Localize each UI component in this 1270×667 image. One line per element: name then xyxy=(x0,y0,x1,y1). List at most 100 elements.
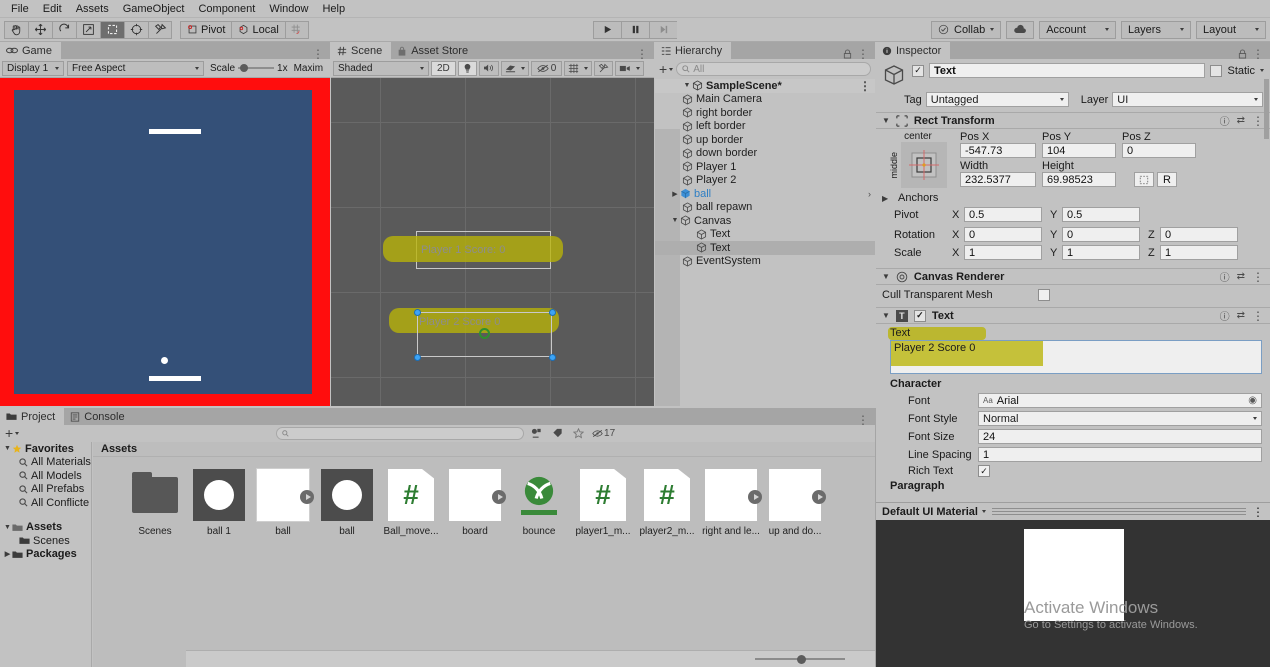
hand-tool-icon[interactable] xyxy=(4,20,28,39)
static-dropdown-caret[interactable] xyxy=(1260,69,1264,72)
hierarchy-item-ball-repawn[interactable]: ball repawn xyxy=(655,201,875,215)
scene-context-menu-icon[interactable]: ⋮ xyxy=(859,80,871,92)
asset-item[interactable]: ball xyxy=(251,468,315,537)
hierarchy-item-player-2[interactable]: Player 2 xyxy=(655,174,875,188)
rect-handle-bl[interactable] xyxy=(414,354,421,361)
menu-item-component[interactable]: Component xyxy=(191,0,262,18)
object-name-field[interactable]: Text xyxy=(929,63,1206,78)
hierarchy-item-right-border[interactable]: right border xyxy=(655,106,875,120)
rotation-y-field[interactable]: 0 xyxy=(1062,227,1140,242)
asset-item[interactable]: ball xyxy=(315,469,379,537)
camera-settings-button[interactable] xyxy=(615,60,645,76)
asset-type-filter-icon[interactable] xyxy=(528,427,545,440)
aspect-dropdown[interactable]: Free Aspect xyxy=(67,60,204,76)
line-spacing-field[interactable]: 1 xyxy=(978,447,1262,462)
pause-button[interactable] xyxy=(621,20,649,39)
width-field[interactable]: 232.5377 xyxy=(960,172,1036,187)
tag-dropdown[interactable]: Untagged xyxy=(925,92,1069,107)
text-component-foldout[interactable]: ▼ xyxy=(882,311,890,320)
hierarchy-item-canvas[interactable]: ▼ Canvas xyxy=(655,214,875,228)
scene-menu-icon[interactable]: ⋮ xyxy=(636,48,648,60)
anchors-foldout[interactable]: ▶ xyxy=(882,194,894,203)
rotation-x-field[interactable]: 0 xyxy=(964,227,1042,242)
hierarchy-item-text[interactable]: Text xyxy=(655,241,875,255)
anchor-preset-widget[interactable] xyxy=(901,142,947,188)
asset-item[interactable]: up and do... xyxy=(763,469,827,537)
menu-item-assets[interactable]: Assets xyxy=(69,0,116,18)
project-search-input[interactable] xyxy=(275,426,524,440)
project-tree-item-all-conflicte[interactable]: All Conflicte xyxy=(0,496,91,510)
tab-scene[interactable]: Scene xyxy=(331,42,392,59)
custom-tool-icon[interactable] xyxy=(148,20,172,39)
project-tree-item-all-prefabs[interactable]: All Prefabs xyxy=(0,483,91,497)
component-menu-icon[interactable]: ⋮ xyxy=(1252,310,1264,322)
hierarchy-item-player-1[interactable]: Player 1 xyxy=(655,160,875,174)
project-tree-item-scenes[interactable]: Scenes xyxy=(0,534,91,548)
object-picker-icon[interactable]: ◉ xyxy=(1248,395,1257,406)
height-field[interactable]: 69.98523 xyxy=(1042,172,1116,187)
asset-item[interactable]: right and le... xyxy=(699,469,763,537)
tree-expand-arrow[interactable]: ▼ xyxy=(3,445,12,452)
cull-transparent-checkbox[interactable] xyxy=(1038,289,1050,301)
prefab-open-arrow[interactable]: › xyxy=(868,189,871,199)
canvas-renderer-header[interactable]: ▼ Canvas Renderer ⓘ ⇄ ⋮ xyxy=(876,268,1270,285)
hierarchy-search-input[interactable]: All xyxy=(676,62,871,76)
rect-handle-br[interactable] xyxy=(549,354,556,361)
asset-item[interactable]: board xyxy=(443,469,507,537)
move-tool-icon[interactable] xyxy=(28,20,52,39)
raw-edit-button[interactable]: R xyxy=(1157,172,1177,187)
scale-control[interactable]: Scale 1x xyxy=(207,63,288,74)
scale-tool-icon[interactable] xyxy=(76,20,100,39)
rich-text-checkbox[interactable]: ✓ xyxy=(978,465,990,477)
layers-button[interactable]: Layers xyxy=(1120,20,1191,39)
hierarchy-item-down-border[interactable]: down border xyxy=(655,147,875,161)
text-component-header[interactable]: ▼ T ✓ Text ⓘ ⇄ ⋮ xyxy=(876,307,1270,324)
asset-item[interactable]: ball 1 xyxy=(187,469,251,537)
asset-item[interactable]: # player2_m... xyxy=(635,469,699,537)
static-checkbox[interactable] xyxy=(1210,64,1223,77)
preset-icon[interactable]: ⇄ xyxy=(1237,271,1245,282)
material-menu-icon[interactable]: ⋮ xyxy=(1252,506,1264,518)
pos-z-field[interactable]: 0 xyxy=(1122,143,1196,158)
component-menu-icon[interactable]: ⋮ xyxy=(1252,271,1264,283)
tab-project[interactable]: Project xyxy=(0,408,65,425)
pos-y-field[interactable]: 104 xyxy=(1042,143,1116,158)
project-tree[interactable]: ▼ Favorites All Materials All Models All Pre… xyxy=(0,442,92,667)
hierarchy-item-eventsystem[interactable]: EventSystem xyxy=(655,255,875,269)
scale-y-field[interactable]: 1 xyxy=(1062,245,1140,260)
canvas-renderer-foldout[interactable]: ▼ xyxy=(882,272,890,281)
text-value-textarea[interactable]: Player 2 Score 0 xyxy=(890,340,1262,374)
asset-item[interactable]: bounce xyxy=(507,469,571,537)
font-style-dropdown[interactable]: Normal xyxy=(978,411,1262,426)
lighting-toggle[interactable] xyxy=(457,60,477,76)
rect-transform-foldout[interactable]: ▼ xyxy=(882,116,890,125)
local-toggle-button[interactable]: Local xyxy=(231,20,285,39)
blueprint-mode-button[interactable] xyxy=(1134,172,1154,187)
object-enabled-checkbox[interactable]: ✓ xyxy=(912,64,924,77)
preset-icon[interactable]: ⇄ xyxy=(1237,115,1245,126)
tree-expand-arrow[interactable]: ▼ xyxy=(3,524,12,531)
play-button[interactable] xyxy=(593,20,621,39)
tab-inspector[interactable]: Inspector xyxy=(876,42,951,59)
menu-item-edit[interactable]: Edit xyxy=(36,0,69,18)
rect-handle-tr[interactable] xyxy=(549,309,556,316)
help-icon[interactable]: ⓘ xyxy=(1220,113,1230,128)
asset-grid[interactable]: Scenes ball 1 ball ball # Ball_move... board bo… xyxy=(93,457,875,537)
scene-expand-arrow[interactable]: ▼ xyxy=(682,82,692,89)
hierarchy-tree[interactable]: ▼ SampleScene* ⋮ Main Camera right border… xyxy=(655,79,875,406)
hierarchy-item-main-camera[interactable]: Main Camera xyxy=(655,93,875,107)
pivot-y-field[interactable]: 0.5 xyxy=(1062,207,1140,222)
material-name[interactable]: Default UI Material xyxy=(882,506,986,518)
preset-icon[interactable]: ⇄ xyxy=(1237,310,1245,321)
menu-item-window[interactable]: Window xyxy=(262,0,315,18)
hidden-objects-toggle[interactable]: 0 xyxy=(530,60,563,76)
fx-dropdown-button[interactable] xyxy=(500,60,529,76)
favorite-star-icon[interactable] xyxy=(570,427,587,440)
create-object-button[interactable]: + xyxy=(659,62,674,76)
asset-item[interactable]: # player1_m... xyxy=(571,469,635,537)
rect-handle-tl[interactable] xyxy=(414,309,421,316)
menu-item-help[interactable]: Help xyxy=(315,0,352,18)
expand-arrow[interactable]: ▼ xyxy=(670,217,680,224)
tree-expand-arrow[interactable]: ▶ xyxy=(3,550,12,558)
font-size-field[interactable]: 24 xyxy=(978,429,1262,444)
